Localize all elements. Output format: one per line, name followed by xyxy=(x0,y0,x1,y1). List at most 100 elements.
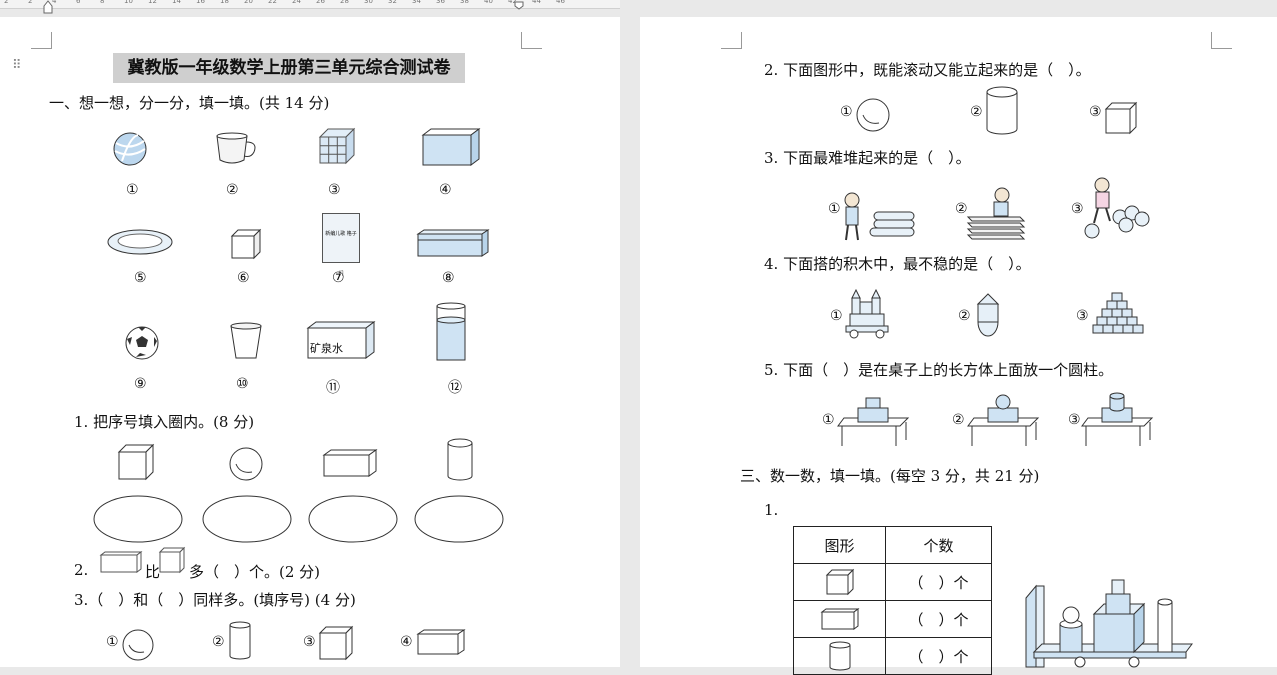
answer-cell[interactable]: （ ）个 xyxy=(885,563,992,601)
answer-oval[interactable] xyxy=(413,494,505,544)
cuboid-icon xyxy=(793,600,886,638)
answer-cell[interactable]: （ ）个 xyxy=(885,600,992,638)
option-label: ① xyxy=(106,634,119,650)
cuboid-icon xyxy=(99,551,143,573)
object-number-label: ⑥ xyxy=(237,270,250,286)
sphere-icon xyxy=(229,447,263,481)
horizontal-ruler[interactable]: 2 2 4 6 8 10 12 14 16 18 20 22 24 26 28 30 32 34 36 38 40 42 4… xyxy=(0,0,620,9)
block-tower-icon xyxy=(976,293,1000,337)
ball-icon xyxy=(113,132,147,166)
question-text: 2. 下面图形中，既能滚动又能立起来的是（ ）。 xyxy=(764,61,1091,79)
child-stacking-balls-icon xyxy=(1084,177,1150,239)
question-text: 3. 下面最难堆起来的是（ ）。 xyxy=(764,149,971,167)
object-number-label: ④ xyxy=(439,182,452,198)
cube-icon xyxy=(1104,101,1138,135)
ruler-tick-label: 2 xyxy=(28,0,33,5)
table-row: （ ）个 xyxy=(793,563,992,601)
ruler-tick-label: 22 xyxy=(268,0,277,5)
ruler-tick-label: 16 xyxy=(196,0,205,5)
option-label: ② xyxy=(212,634,225,650)
cup-icon xyxy=(216,132,256,164)
cube-icon xyxy=(230,228,262,260)
table-header-cell: 个数 xyxy=(885,526,992,564)
left-indent-marker-icon[interactable] xyxy=(43,0,53,14)
question-number: 2. xyxy=(74,561,89,579)
child-stacking-boards-icon xyxy=(966,187,1026,240)
option-label: ① xyxy=(828,201,841,217)
water-box-icon: 矿泉水 xyxy=(306,320,376,360)
ruler-tick-label: 40 xyxy=(484,0,493,5)
table-with-blocks-icon xyxy=(837,397,910,446)
object-number-label: ⑧ xyxy=(442,270,455,286)
ruler-tick-label: 2 xyxy=(4,0,9,5)
ruler-tick-label: 44 xyxy=(532,0,541,5)
sphere-icon xyxy=(856,98,890,132)
cylinder-icon xyxy=(229,621,251,660)
cylinder-icon xyxy=(986,86,1018,135)
right-indent-marker-icon[interactable] xyxy=(514,0,524,10)
ruler-tick-label: 24 xyxy=(292,0,301,5)
ruler-tick-label: 38 xyxy=(460,0,469,5)
ruler-tick-label: 34 xyxy=(412,0,421,5)
option-label: ③ xyxy=(1068,412,1081,428)
section-heading: 一、想一想，分一分，填一填。(共 14 分) xyxy=(49,94,330,112)
table-header-cell: 图形 xyxy=(793,526,886,564)
rubik-cube-icon xyxy=(318,127,356,165)
question-text: 3.（ ）和（ ）同样多。(填序号) (4 分) xyxy=(74,591,356,609)
table-with-blocks-icon xyxy=(967,394,1040,446)
answer-oval[interactable] xyxy=(307,494,399,544)
answer-oval[interactable] xyxy=(92,494,184,544)
open-box-icon xyxy=(421,128,481,166)
soccer-ball-icon xyxy=(125,326,159,360)
sphere-icon xyxy=(122,629,154,661)
question-text: 1. 把序号填入圈内。(8 分) xyxy=(74,413,255,431)
page-corner-mark xyxy=(521,32,542,49)
ruler-tick-label: 6 xyxy=(76,0,81,5)
cube-icon xyxy=(793,563,886,601)
ruler-tick-label: 28 xyxy=(340,0,349,5)
table-row: （ ）个 xyxy=(793,637,992,675)
question-text: 4. 下面搭的积木中，最不稳的是（ ）。 xyxy=(764,255,1031,273)
table-with-blocks-icon xyxy=(1081,392,1154,446)
cube-icon xyxy=(117,443,155,481)
paper-cup-icon xyxy=(230,322,262,359)
water-box-label: 矿泉水 xyxy=(310,342,343,355)
option-label: ③ xyxy=(303,634,316,650)
block-pyramid-icon xyxy=(1092,292,1144,334)
page-corner-mark xyxy=(1211,32,1232,49)
option-label: ② xyxy=(970,104,983,120)
option-label: ③ xyxy=(1076,308,1089,324)
ruler-tick-label: 8 xyxy=(100,0,105,5)
cube-icon xyxy=(158,546,186,574)
cuboid-icon xyxy=(416,629,466,655)
document-title: 冀教版一年级数学上册第三单元综合测试卷 xyxy=(113,53,465,83)
answer-oval[interactable] xyxy=(201,494,293,544)
ruler-tick-label: 14 xyxy=(172,0,181,5)
object-number-label: ⑩ xyxy=(236,376,249,392)
option-label: ② xyxy=(952,412,965,428)
object-number-label: ⑫ xyxy=(448,380,462,396)
cylinder-icon xyxy=(447,438,473,481)
table-row: （ ）个 xyxy=(793,600,992,638)
option-label: ① xyxy=(822,412,835,428)
ruler-tick-label: 30 xyxy=(364,0,373,5)
ruler-tick-label: 12 xyxy=(148,0,157,5)
option-label: ② xyxy=(958,308,971,324)
book-icon: 新编儿歌 格子们 xyxy=(322,213,360,277)
ruler-tick-label: 46 xyxy=(556,0,565,5)
page-corner-mark xyxy=(721,32,742,49)
count-table: 图形 个数 （ ）个 （ ）个 （ ）个 xyxy=(793,526,992,675)
cuboid-icon xyxy=(322,449,378,477)
ruler-tick-label: 10 xyxy=(124,0,133,5)
table-header-row: 图形 个数 xyxy=(793,526,992,564)
answer-cell[interactable]: （ ）个 xyxy=(885,637,992,675)
plate-icon xyxy=(107,229,173,255)
object-number-label: ⑦ xyxy=(332,270,345,286)
drag-handle-icon[interactable]: ⠿ xyxy=(12,58,22,73)
ruler-tick-label: 32 xyxy=(388,0,397,5)
ruler-tick-label: 18 xyxy=(220,0,229,5)
object-number-label: ③ xyxy=(328,182,341,198)
option-label: ④ xyxy=(400,634,413,650)
ruler-tick-label: 20 xyxy=(244,0,253,5)
section-heading: 三、数一数，填一填。(每空 3 分，共 21 分) xyxy=(740,467,1040,485)
